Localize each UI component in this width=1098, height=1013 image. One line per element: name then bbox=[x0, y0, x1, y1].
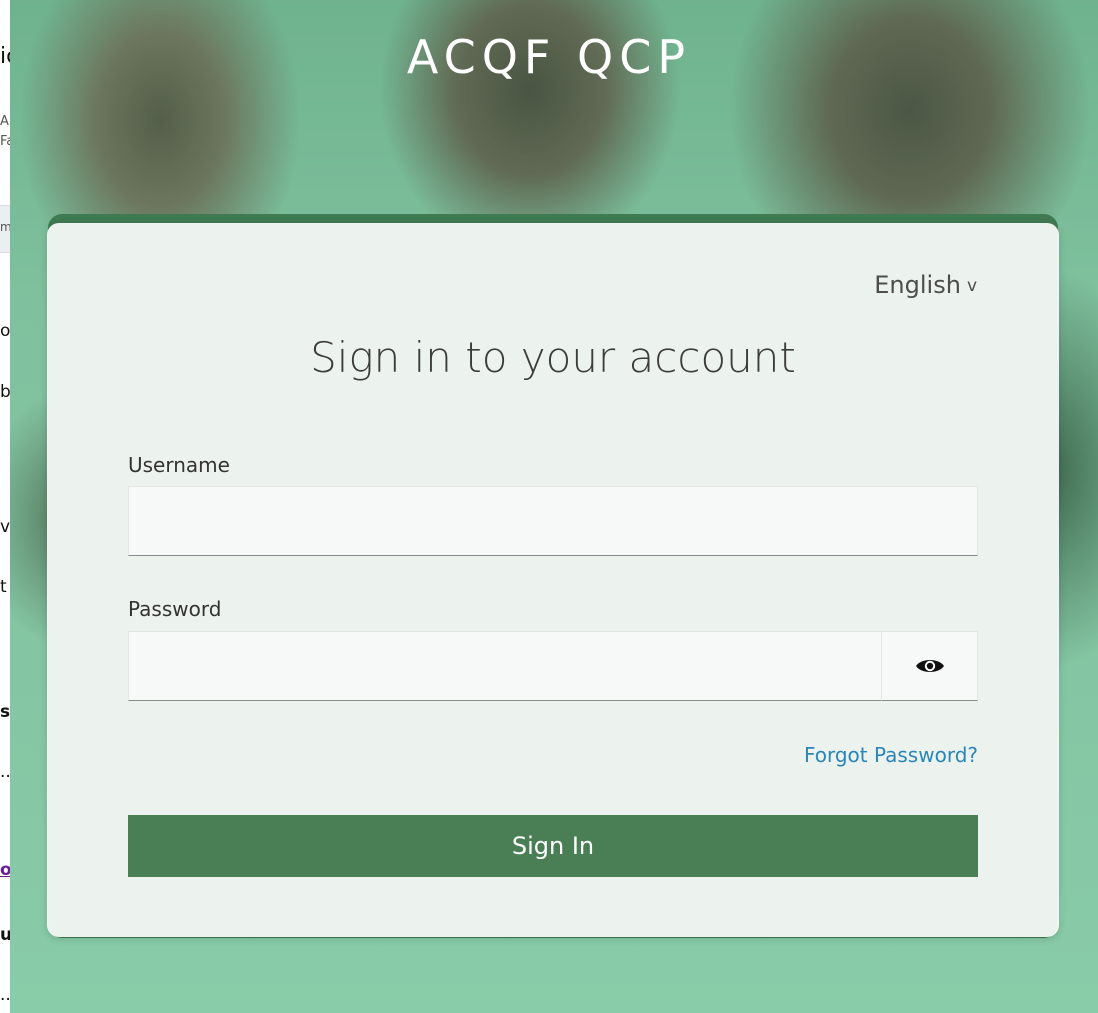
sign-in-button[interactable]: Sign In bbox=[128, 815, 978, 877]
password-field-group bbox=[128, 631, 978, 701]
background-text-fragment: A bbox=[0, 114, 9, 129]
language-selector[interactable]: English v bbox=[874, 271, 977, 299]
forgot-password-link[interactable]: Forgot Password? bbox=[804, 743, 978, 767]
username-label: Username bbox=[128, 453, 230, 477]
chevron-down-icon: v bbox=[966, 276, 977, 296]
background-text-fragment: s bbox=[0, 702, 11, 722]
login-heading: Sign in to your account bbox=[310, 333, 796, 382]
password-input[interactable] bbox=[128, 631, 882, 701]
password-label: Password bbox=[128, 597, 222, 621]
username-input[interactable] bbox=[128, 486, 978, 556]
background-text-fragment: t bbox=[0, 577, 7, 597]
login-card: English v Sign in to your account Usernam… bbox=[47, 223, 1059, 937]
language-label: English bbox=[874, 271, 961, 299]
show-password-button[interactable] bbox=[881, 631, 978, 701]
brand-title: ACQF QCP bbox=[406, 30, 692, 84]
background-text-fragment: o bbox=[0, 321, 11, 341]
eye-icon bbox=[915, 660, 944, 672]
